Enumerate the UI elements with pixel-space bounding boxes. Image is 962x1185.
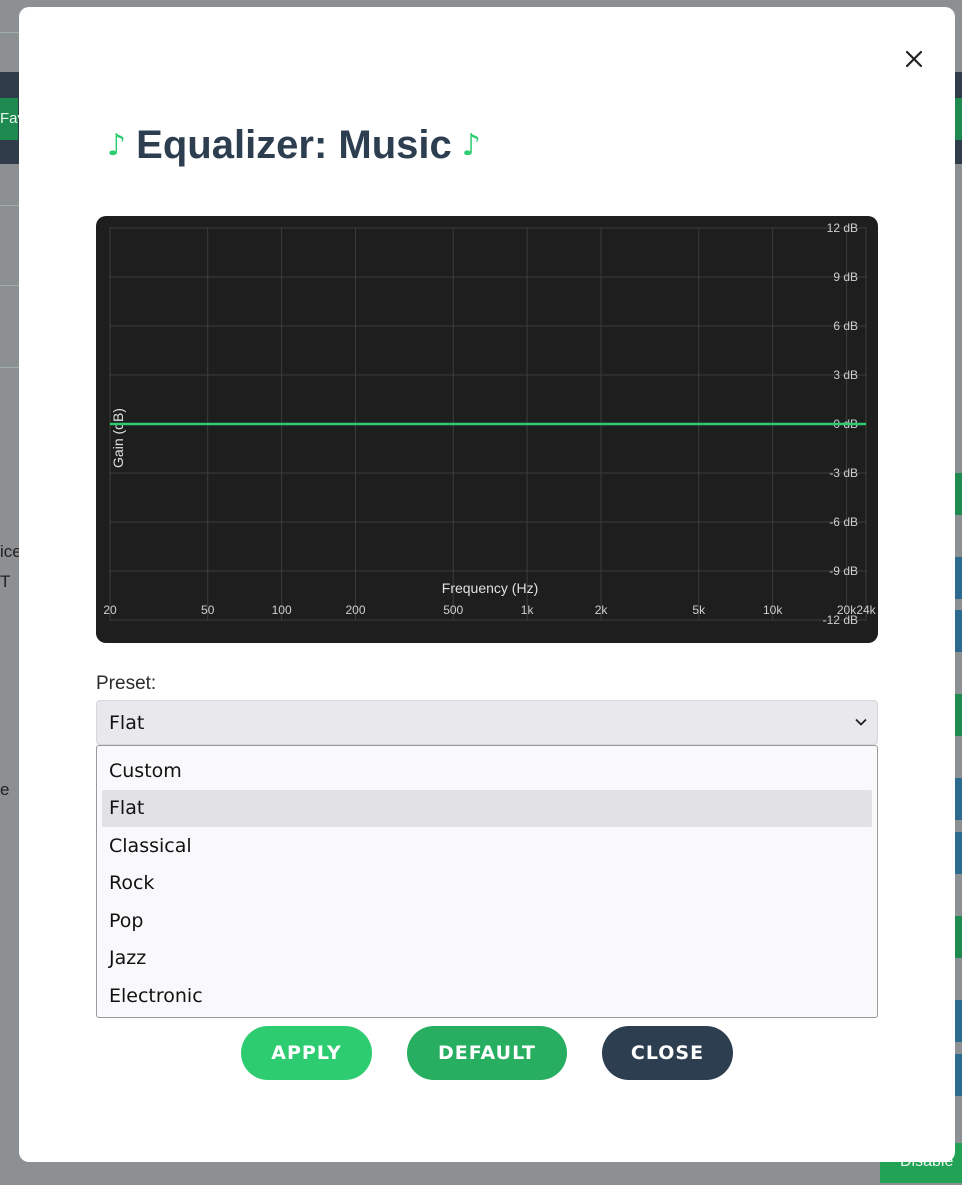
- preset-option-custom[interactable]: Custom: [102, 752, 872, 790]
- bg-divider: [0, 32, 20, 33]
- x-tick-label: 20: [103, 603, 117, 617]
- eq-chart[interactable]: 20 50 100 200 500 1k 2k 5k 10k 20k 24k 12 dB 9 dB 6 d…: [96, 216, 878, 643]
- x-tick-label: 2k: [595, 603, 609, 617]
- preset-dropdown-list: Custom Flat Classical Rock Pop Jazz Electronic: [96, 745, 878, 1018]
- preset-label: Preset:: [96, 673, 157, 694]
- music-note-icon: ♪: [107, 127, 127, 163]
- y-tick-label: 9 dB: [833, 270, 858, 284]
- preset-option-pop[interactable]: Pop: [102, 902, 872, 940]
- x-tick-label: 100: [272, 603, 292, 617]
- x-tick-label: 5k: [692, 603, 706, 617]
- preset-option-classical[interactable]: Classical: [102, 827, 872, 865]
- x-tick-label: 200: [346, 603, 366, 617]
- preset-option-jazz[interactable]: Jazz: [102, 940, 872, 978]
- music-note-icon: ♪: [461, 127, 481, 163]
- bg-fav-chip: Fav: [0, 98, 25, 140]
- y-tick-label: -9 dB: [829, 564, 858, 578]
- y-tick-label: 6 dB: [833, 319, 858, 333]
- modal-title: Equalizer: Music: [136, 123, 452, 167]
- y-axis-title: Gain (dB): [110, 408, 126, 468]
- modal-title-row: ♪ Equalizer: Music ♪: [107, 123, 481, 168]
- preset-option-rock[interactable]: Rock: [102, 865, 872, 903]
- default-button[interactable]: DEFAULT: [407, 1026, 567, 1080]
- x-tick-label: 50: [201, 603, 215, 617]
- bg-divider: [0, 205, 20, 206]
- apply-button[interactable]: APPLY: [241, 1026, 372, 1080]
- y-tick-label: -6 dB: [829, 515, 858, 529]
- y-tick-label: -12 dB: [823, 613, 858, 627]
- chevron-down-icon: [855, 718, 867, 726]
- x-tick-label: 1k: [521, 603, 535, 617]
- bg-text: T: [0, 572, 11, 591]
- preset-option-electronic[interactable]: Electronic: [102, 977, 872, 1015]
- close-icon[interactable]: [900, 45, 928, 73]
- preset-selected-value: Flat: [109, 711, 145, 734]
- bg-text: e: [0, 780, 10, 799]
- bg-divider: [0, 285, 20, 286]
- eq-chart-svg: 20 50 100 200 500 1k 2k 5k 10k 20k 24k12 dB9 dB6 d…: [103, 221, 876, 627]
- x-axis-title: Frequency (Hz): [442, 580, 538, 596]
- x-tick-label: 500: [443, 603, 463, 617]
- x-tick-label: 10k: [763, 603, 783, 617]
- x-tick-label: 24k: [856, 603, 876, 617]
- preset-option-flat[interactable]: Flat: [102, 789, 872, 827]
- close-button[interactable]: CLOSE: [602, 1026, 733, 1080]
- y-tick-label: 3 dB: [833, 368, 858, 382]
- y-tick-label: 12 dB: [827, 221, 858, 235]
- y-tick-label: -3 dB: [829, 466, 858, 480]
- bg-divider: [0, 367, 20, 368]
- preset-select[interactable]: Flat: [96, 700, 878, 745]
- equalizer-modal: ♪ Equalizer: Music ♪ 20 50 100 200 500 1k 2k 5k…: [19, 7, 955, 1162]
